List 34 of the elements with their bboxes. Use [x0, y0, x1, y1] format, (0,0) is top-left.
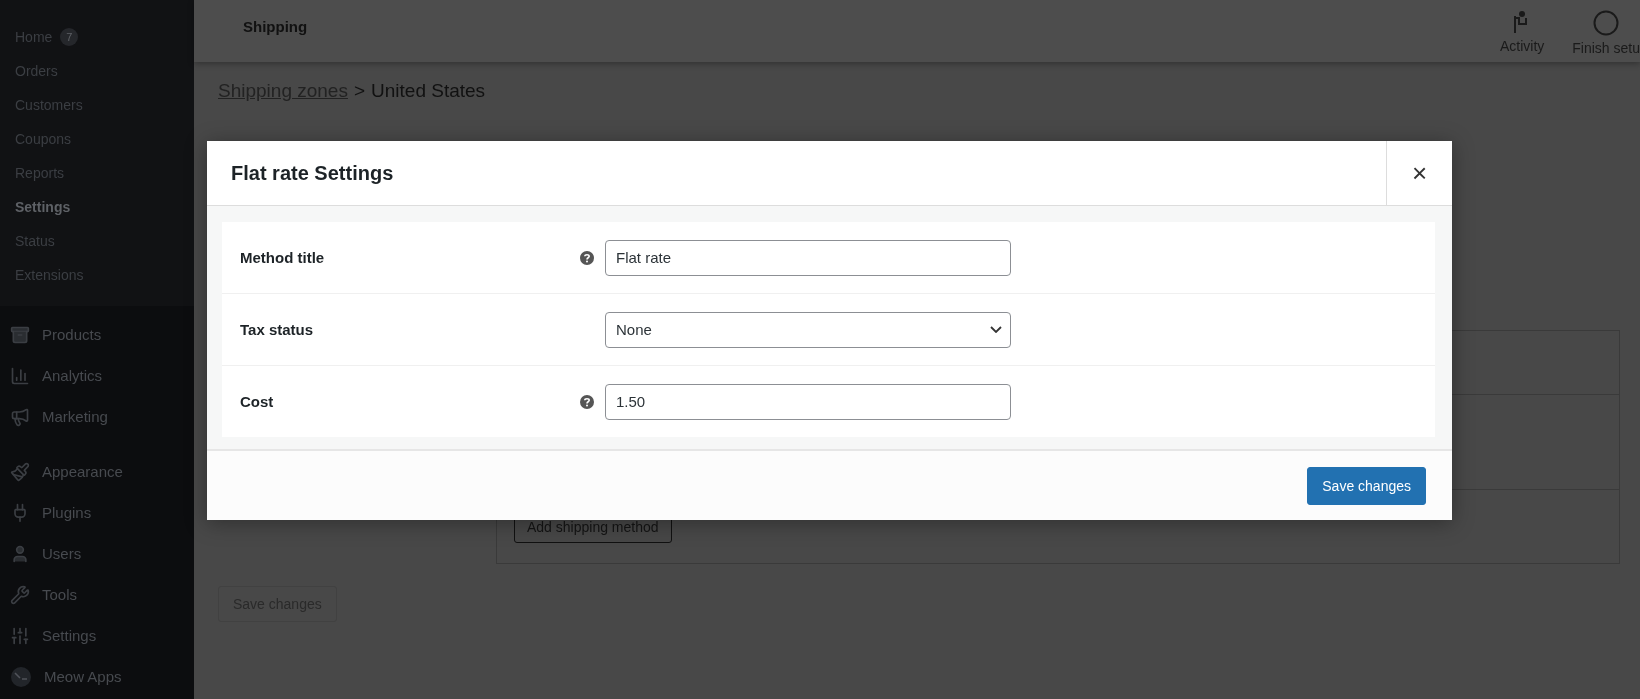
- paintbrush-icon: [10, 461, 30, 482]
- box-icon: [10, 324, 30, 345]
- menu-item[interactable]: Analytics: [0, 355, 194, 396]
- wrench-icon: [10, 584, 30, 605]
- dialog-title: Flat rate Settings: [230, 161, 395, 185]
- round-logo-icon: [10, 665, 32, 688]
- menu-item[interactable]: Meow Apps: [0, 656, 194, 697]
- megaphone-icon: [10, 406, 30, 427]
- progress-circle-icon: [1593, 10, 1620, 36]
- select-field[interactable]: None: [605, 311, 1011, 348]
- menu-item[interactable]: Users: [0, 533, 194, 574]
- menu-item[interactable]: Tools: [0, 574, 194, 615]
- bar-chart-icon: [10, 365, 30, 386]
- submenu-item[interactable]: Settings: [0, 190, 194, 224]
- menu-item[interactable]: Marketing: [0, 396, 194, 437]
- input-field[interactable]: 1.50: [605, 383, 1011, 420]
- sliders-icon: [10, 625, 30, 646]
- help-icon[interactable]: [580, 394, 594, 409]
- menu-item[interactable]: Appearance: [0, 451, 194, 492]
- menu-item[interactable]: Settings: [0, 615, 194, 656]
- field-label: Cost: [239, 393, 275, 410]
- close-button[interactable]: ×: [1386, 141, 1452, 205]
- field-label: Tax status: [239, 321, 315, 338]
- save-button[interactable]: Save changes: [1307, 466, 1426, 505]
- page-title: Shipping: [243, 17, 309, 35]
- menu-item[interactable]: Plugins: [0, 492, 194, 533]
- breadcrumb-separator: >: [353, 80, 366, 102]
- chevron-icon: [990, 326, 1002, 333]
- user-icon: [10, 543, 30, 564]
- menu-item[interactable]: Products: [0, 314, 194, 355]
- help-icon[interactable]: [580, 250, 594, 265]
- input-field[interactable]: Flat rate: [605, 239, 1011, 276]
- field-label: Method title: [239, 249, 326, 266]
- breadcrumb-current: United States: [371, 80, 486, 102]
